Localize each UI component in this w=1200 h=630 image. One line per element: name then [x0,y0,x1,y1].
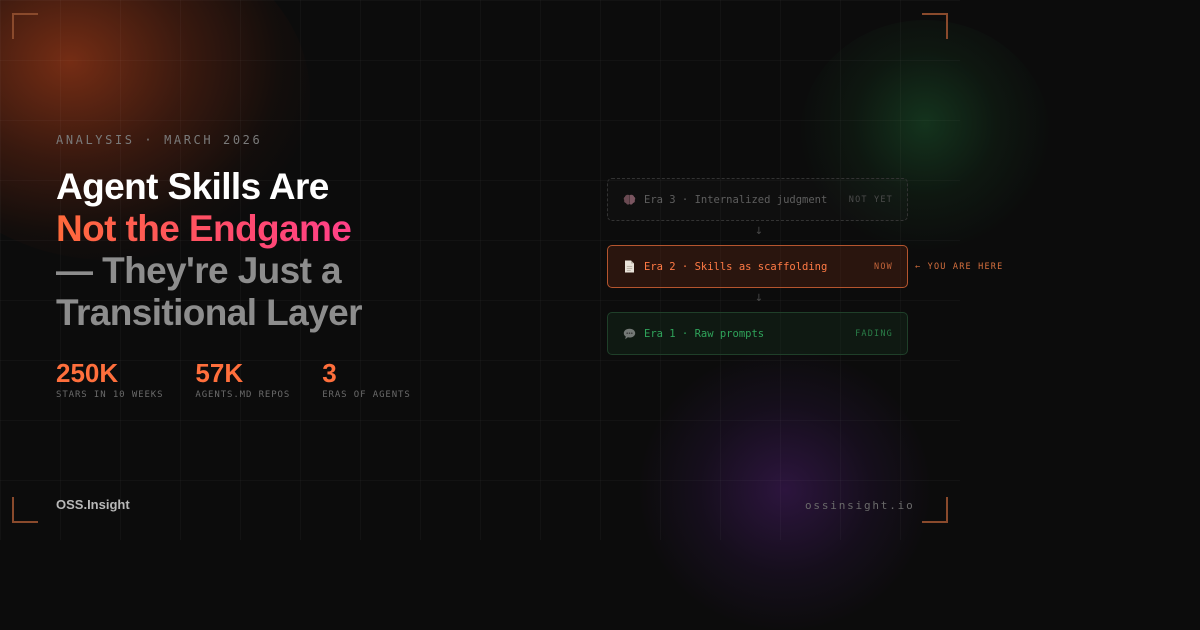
brand-logo: OSS.Insight [56,497,130,512]
era-label: Era 3 · Internalized judgment [644,193,828,206]
eyebrow-label: ANALYSIS · MARCH 2026 [56,133,263,147]
stat-value: 250K [56,358,119,388]
og-card: ANALYSIS · MARCH 2026 Agent Skills Are N… [0,0,1200,630]
era-status: FADING [855,328,893,339]
corner-bracket-bottom-right [922,497,948,523]
site-url: ossinsight.io [805,499,915,512]
stat-eras: 3 ERAS OF AGENTS [322,358,410,400]
title-line-4: Transitional Layer [56,292,362,333]
stats-row: 250K STARS IN 10 WEEKS 57K AGENTS.MD REP… [56,358,443,400]
era-2-card: Era 2 · Skills as scaffolding NOW [607,245,908,288]
era-status: NOT YET [848,194,893,205]
corner-bracket-top-right [922,13,948,39]
brain-icon [622,193,636,207]
page-title: Agent Skills Are Not the Endgame — They'… [56,166,362,334]
corner-bracket-bottom-left [12,497,38,523]
title-line-1: Agent Skills Are [56,166,329,207]
era-1-card: Era 1 · Raw prompts FADING [607,312,908,355]
stat-label: STARS IN 10 WEEKS [56,390,164,400]
speech-bubble-icon [622,327,636,341]
stat-agents-md: 57K AGENTS.MD REPOS [195,358,290,400]
era-3-card: Era 3 · Internalized judgment NOT YET [607,178,908,221]
purple-glow [640,350,930,630]
title-line-2: Not the Endgame [56,208,362,250]
stat-stars: 250K STARS IN 10 WEEKS [56,358,163,400]
title-line-3: — They're Just a [56,250,342,291]
down-arrow-icon: ↓ [754,226,764,237]
stat-label: AGENTS.MD REPOS [195,390,291,400]
stat-value: 3 [322,358,337,388]
stat-value: 57K [195,358,244,388]
you-are-here-label: ← YOU ARE HERE [915,262,1004,272]
era-status: NOW [874,261,893,272]
document-icon [622,260,636,274]
stat-label: ERAS OF AGENTS [322,390,411,400]
corner-bracket-top-left [12,13,38,39]
down-arrow-icon: ↓ [754,293,764,304]
era-label: Era 2 · Skills as scaffolding [644,260,828,273]
era-label: Era 1 · Raw prompts [644,327,765,340]
